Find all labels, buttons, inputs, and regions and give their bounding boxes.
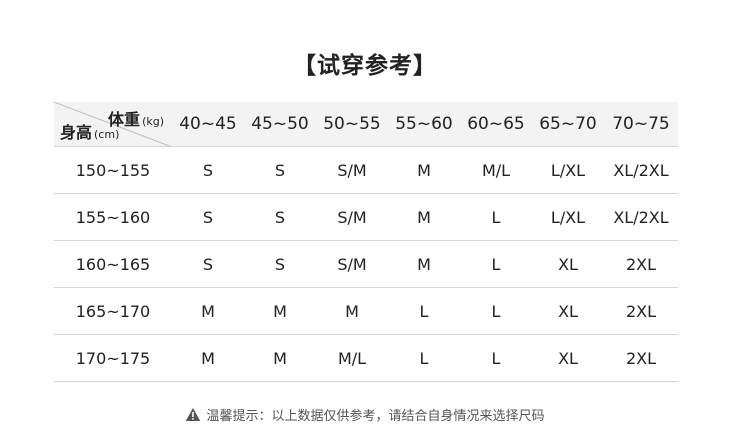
- size-cell: M/L: [316, 334, 388, 382]
- size-cell: L: [460, 334, 532, 382]
- size-cell: XL: [532, 287, 604, 335]
- size-cell: S: [172, 146, 244, 194]
- page-title: 【试穿参考】: [293, 53, 437, 79]
- size-cell: L: [460, 240, 532, 288]
- size-cell: M: [172, 287, 244, 335]
- size-cell: 2XL: [604, 334, 678, 382]
- size-cell: M: [172, 334, 244, 382]
- size-reference-table: 体重 (kg) 身高 (cm) 40~45 45~50 50~55 55~60 60…: [54, 102, 678, 382]
- size-cell: M: [388, 146, 460, 194]
- size-cell: L: [460, 193, 532, 241]
- table-row: 155~160 S S S/M M L L/XL XL/2XL: [54, 193, 678, 241]
- size-cell: XL/2XL: [604, 193, 678, 241]
- size-cell: L: [388, 334, 460, 382]
- size-cell: M: [244, 287, 316, 335]
- height-row-header: 170~175: [54, 334, 172, 382]
- weight-column-header: 55~60: [388, 102, 460, 147]
- weight-column-header: 70~75: [604, 102, 678, 147]
- weight-column-header: 40~45: [172, 102, 244, 147]
- size-cell: S/M: [316, 193, 388, 241]
- warning-icon: [185, 407, 201, 426]
- table-row: 150~155 S S S/M M M/L L/XL XL/2XL: [54, 146, 678, 194]
- size-cell: L: [460, 287, 532, 335]
- size-cell: S: [244, 146, 316, 194]
- weight-column-header: 60~65: [460, 102, 532, 147]
- tip-text: 温馨提示：以上数据仅供参考，请结合自身情况来选择尺码: [206, 409, 545, 424]
- size-cell: S: [244, 193, 316, 241]
- size-cell: XL: [532, 334, 604, 382]
- table-row: 165~170 M M M L L XL 2XL: [54, 287, 678, 335]
- height-row-header: 150~155: [54, 146, 172, 194]
- weight-column-header: 50~55: [316, 102, 388, 147]
- height-axis-label: 身高 (cm): [60, 123, 120, 142]
- size-cell: M/L: [460, 146, 532, 194]
- size-cell: M: [388, 240, 460, 288]
- height-row-header: 160~165: [54, 240, 172, 288]
- size-cell: S/M: [316, 146, 388, 194]
- size-cell: XL/2XL: [604, 146, 678, 194]
- table-row: 170~175 M M M/L L L XL 2XL: [54, 334, 678, 382]
- size-cell: L/XL: [532, 193, 604, 241]
- size-cell: S: [244, 240, 316, 288]
- table-header-row: 体重 (kg) 身高 (cm) 40~45 45~50 50~55 55~60 60…: [54, 102, 678, 147]
- size-cell: 2XL: [604, 287, 678, 335]
- size-cell: L/XL: [532, 146, 604, 194]
- tip-note: 温馨提示：以上数据仅供参考，请结合自身情况来选择尺码: [0, 405, 730, 426]
- height-row-header: 165~170: [54, 287, 172, 335]
- table-corner-cell: 体重 (kg) 身高 (cm): [54, 102, 172, 147]
- weight-column-header: 45~50: [244, 102, 316, 147]
- table-row: 160~165 S S S/M M L XL 2XL: [54, 240, 678, 288]
- size-cell: M: [316, 287, 388, 335]
- size-cell: M: [388, 193, 460, 241]
- size-cell: S: [172, 240, 244, 288]
- size-cell: S: [172, 193, 244, 241]
- size-cell: M: [244, 334, 316, 382]
- size-cell: XL: [532, 240, 604, 288]
- height-row-header: 155~160: [54, 193, 172, 241]
- weight-column-header: 65~70: [532, 102, 604, 147]
- size-cell: S/M: [316, 240, 388, 288]
- size-cell: L: [388, 287, 460, 335]
- size-cell: 2XL: [604, 240, 678, 288]
